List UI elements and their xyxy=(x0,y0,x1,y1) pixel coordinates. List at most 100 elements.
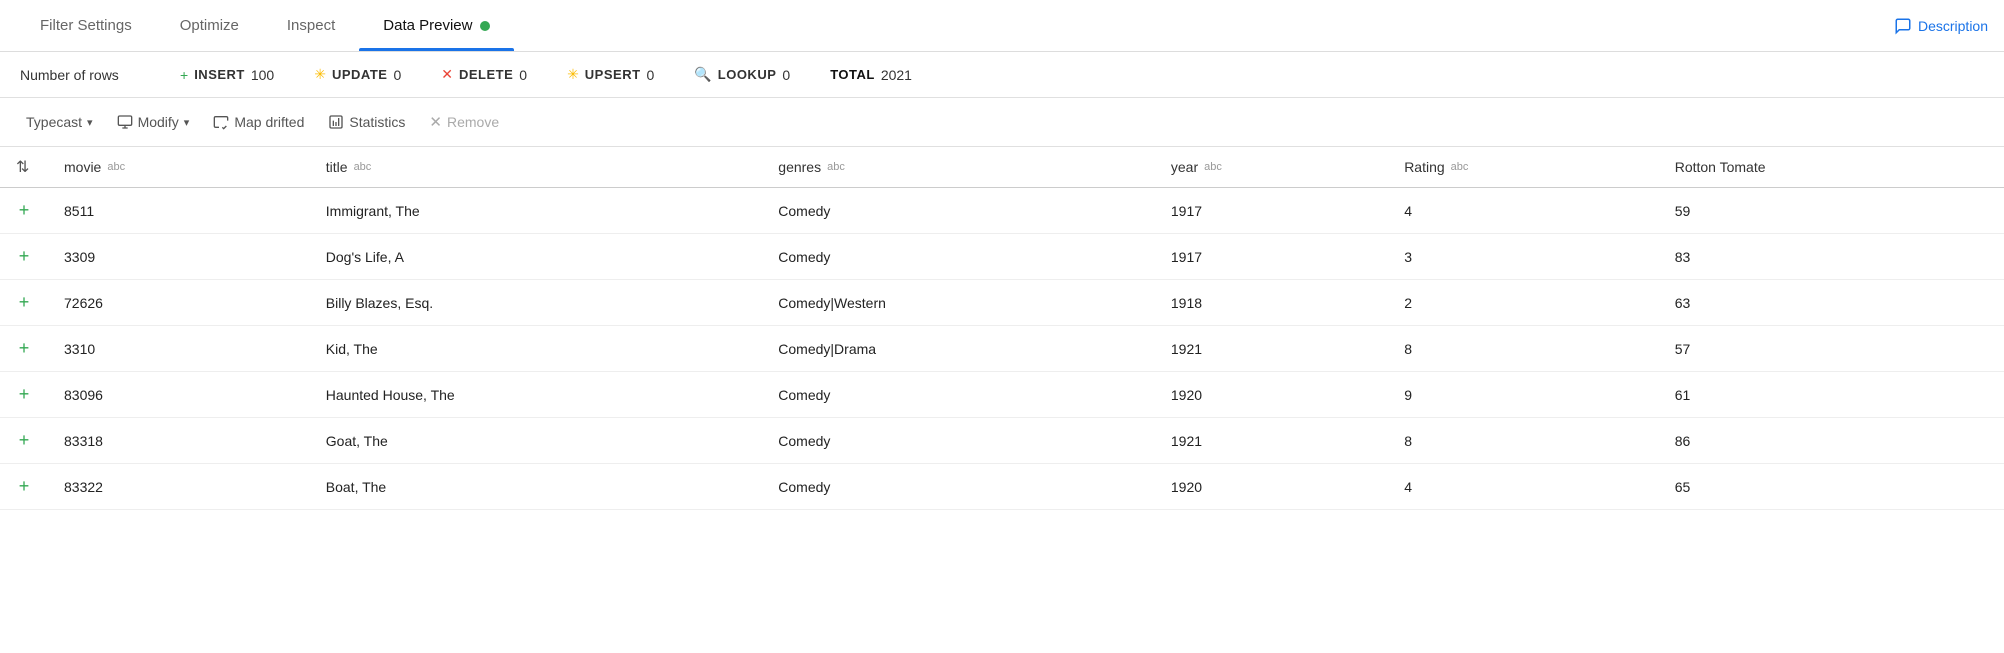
cell-movie: 72626 xyxy=(48,280,310,326)
row-insert-indicator: + xyxy=(0,418,48,464)
typecast-button[interactable]: Typecast ▾ xyxy=(16,109,103,135)
table-row: +83096Haunted House, TheComedy1920961 xyxy=(0,372,2004,418)
cell-rating: 8 xyxy=(1388,326,1659,372)
cell-year: 1917 xyxy=(1155,188,1388,234)
row-insert-indicator: + xyxy=(0,188,48,234)
col-title-header[interactable]: title abc xyxy=(310,147,763,188)
cell-genres: Comedy xyxy=(762,188,1155,234)
table-row: +72626Billy Blazes, Esq.Comedy|Western19… xyxy=(0,280,2004,326)
remove-icon: ✕ xyxy=(429,113,442,131)
cell-title: Immigrant, The xyxy=(310,188,763,234)
row-insert-indicator: + xyxy=(0,280,48,326)
cell-rotten: 57 xyxy=(1659,326,2004,372)
lookup-stat: 🔍 LOOKUP 0 xyxy=(694,66,790,83)
cell-title: Goat, The xyxy=(310,418,763,464)
number-of-rows-label: Number of rows xyxy=(20,67,140,83)
cell-year: 1921 xyxy=(1155,326,1388,372)
table-header-row: ⇅ movie abc title abc xyxy=(0,147,2004,188)
cell-year: 1920 xyxy=(1155,372,1388,418)
cell-rating: 4 xyxy=(1388,464,1659,510)
tab-inspect[interactable]: Inspect xyxy=(263,0,359,51)
delete-icon: ✕ xyxy=(441,66,453,83)
row-insert-indicator: + xyxy=(0,326,48,372)
cell-rating: 4 xyxy=(1388,188,1659,234)
cell-title: Boat, The xyxy=(310,464,763,510)
cell-title: Haunted House, The xyxy=(310,372,763,418)
active-dot xyxy=(480,21,490,31)
data-table-container: ⇅ movie abc title abc xyxy=(0,147,2004,510)
cell-genres: Comedy|Western xyxy=(762,280,1155,326)
cell-movie: 83322 xyxy=(48,464,310,510)
cell-genres: Comedy xyxy=(762,464,1155,510)
insert-icon: + xyxy=(180,67,188,83)
cell-genres: Comedy|Drama xyxy=(762,326,1155,372)
delete-stat: ✕ DELETE 0 xyxy=(441,66,527,83)
upsert-icon: ✳ xyxy=(567,66,579,83)
col-movie-header[interactable]: movie abc xyxy=(48,147,310,188)
stats-bar: Number of rows + INSERT 100 ✳ UPDATE 0 ✕… xyxy=(0,52,2004,98)
map-drifted-icon xyxy=(213,114,229,130)
modify-icon xyxy=(117,114,133,130)
top-nav: Filter Settings Optimize Inspect Data Pr… xyxy=(0,0,2004,52)
table-row: +83322Boat, TheComedy1920465 xyxy=(0,464,2004,510)
tab-filter-settings[interactable]: Filter Settings xyxy=(16,0,156,51)
toolbar: Typecast ▾ Modify ▾ Map drifted Statisti… xyxy=(0,98,2004,147)
cell-rating: 8 xyxy=(1388,418,1659,464)
row-insert-indicator: + xyxy=(0,464,48,510)
table-row: +83318Goat, TheComedy1921886 xyxy=(0,418,2004,464)
insert-stat: + INSERT 100 xyxy=(180,67,274,83)
cell-rotten: 61 xyxy=(1659,372,2004,418)
table-row: +8511Immigrant, TheComedy1917459 xyxy=(0,188,2004,234)
cell-genres: Comedy xyxy=(762,418,1155,464)
remove-button[interactable]: ✕ Remove xyxy=(419,108,509,136)
chat-icon xyxy=(1894,17,1912,35)
cell-year: 1917 xyxy=(1155,234,1388,280)
table-row: +3310Kid, TheComedy|Drama1921857 xyxy=(0,326,2004,372)
cell-title: Kid, The xyxy=(310,326,763,372)
tab-data-preview[interactable]: Data Preview xyxy=(359,0,514,51)
tab-optimize[interactable]: Optimize xyxy=(156,0,263,51)
cell-year: 1918 xyxy=(1155,280,1388,326)
col-rotten-header[interactable]: Rotton Tomate xyxy=(1659,147,2004,188)
cell-year: 1920 xyxy=(1155,464,1388,510)
modify-button[interactable]: Modify ▾ xyxy=(107,109,200,135)
cell-rotten: 86 xyxy=(1659,418,2004,464)
cell-rotten: 83 xyxy=(1659,234,2004,280)
row-insert-indicator: + xyxy=(0,372,48,418)
statistics-button[interactable]: Statistics xyxy=(318,109,415,135)
cell-movie: 3310 xyxy=(48,326,310,372)
col-year-header[interactable]: year abc xyxy=(1155,147,1388,188)
typecast-chevron: ▾ xyxy=(87,116,93,129)
cell-title: Billy Blazes, Esq. xyxy=(310,280,763,326)
cell-year: 1921 xyxy=(1155,418,1388,464)
cell-movie: 8511 xyxy=(48,188,310,234)
col-sort-header: ⇅ xyxy=(0,147,48,188)
col-genres-header[interactable]: genres abc xyxy=(762,147,1155,188)
cell-movie: 3309 xyxy=(48,234,310,280)
cell-genres: Comedy xyxy=(762,372,1155,418)
cell-title: Dog's Life, A xyxy=(310,234,763,280)
statistics-icon xyxy=(328,114,344,130)
update-icon: ✳ xyxy=(314,66,326,83)
total-stat: TOTAL 2021 xyxy=(830,67,912,83)
modify-chevron: ▾ xyxy=(184,116,190,129)
data-table: ⇅ movie abc title abc xyxy=(0,147,2004,510)
lookup-icon: 🔍 xyxy=(694,66,711,83)
update-stat: ✳ UPDATE 0 xyxy=(314,66,401,83)
col-rating-header[interactable]: Rating abc xyxy=(1388,147,1659,188)
map-drifted-button[interactable]: Map drifted xyxy=(203,109,314,135)
description-button[interactable]: Description xyxy=(1894,17,1988,35)
cell-rotten: 65 xyxy=(1659,464,2004,510)
cell-rating: 3 xyxy=(1388,234,1659,280)
upsert-stat: ✳ UPSERT 0 xyxy=(567,66,654,83)
sort-arrows-icon[interactable]: ⇅ xyxy=(16,157,29,177)
cell-rotten: 59 xyxy=(1659,188,2004,234)
cell-rating: 2 xyxy=(1388,280,1659,326)
cell-genres: Comedy xyxy=(762,234,1155,280)
cell-movie: 83096 xyxy=(48,372,310,418)
cell-movie: 83318 xyxy=(48,418,310,464)
table-row: +3309Dog's Life, AComedy1917383 xyxy=(0,234,2004,280)
cell-rotten: 63 xyxy=(1659,280,2004,326)
row-insert-indicator: + xyxy=(0,234,48,280)
cell-rating: 9 xyxy=(1388,372,1659,418)
